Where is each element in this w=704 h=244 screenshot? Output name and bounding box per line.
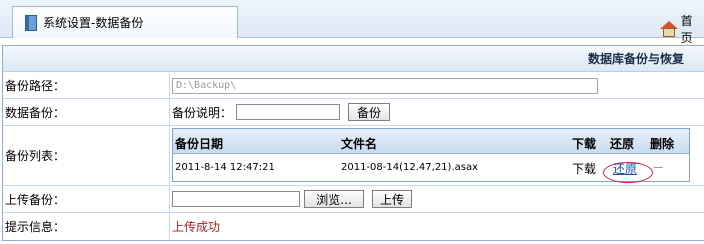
download-link[interactable]: 下载	[572, 160, 596, 177]
row-data-backup: 数据备份： 备份说明： 备份	[3, 99, 704, 126]
tab-label: 系统设置-数据备份	[43, 16, 144, 30]
data-backup-label: 数据备份：	[5, 105, 66, 120]
browse-button[interactable]: 浏览...	[304, 190, 364, 208]
upload-file-input[interactable]	[172, 191, 300, 207]
book-icon	[25, 14, 37, 31]
col-date: 备份日期	[175, 137, 224, 151]
backup-panel: 数据库备份与恢复 备份路径： 数据备份： 备份说明： 备份 备份列表： 备份日期…	[2, 45, 704, 241]
panel-title: 数据库备份与恢复	[587, 52, 684, 66]
row-upload-backup: 上传备份： 浏览... 上传	[3, 186, 704, 213]
backup-button[interactable]: 备份	[348, 103, 391, 121]
backup-path-input[interactable]	[172, 77, 598, 94]
col-delete: 删除	[650, 137, 675, 151]
home-icon	[660, 21, 678, 37]
delete-link[interactable]: —	[653, 162, 663, 173]
top-tab-bar: 系统设置-数据备份 首页	[0, 0, 704, 45]
backup-desc-input[interactable]	[236, 104, 341, 120]
upload-button[interactable]: 上传	[372, 190, 412, 208]
restore-link[interactable]: 还原	[613, 160, 637, 177]
upload-backup-label: 上传备份：	[5, 192, 66, 207]
col-file: 文件名	[341, 137, 378, 151]
backup-path-label: 备份路径：	[5, 79, 66, 93]
table-row: 2011-8-14 12:47:21 2011-08-14(12.47,21).…	[173, 154, 689, 183]
col-download: 下载	[572, 137, 597, 151]
home-label: 首页	[680, 14, 693, 45]
table-header: 备份日期 文件名 下载 还原 删除	[173, 129, 689, 154]
info-label: 提示信息：	[5, 220, 66, 234]
home-link[interactable]: 首页	[660, 12, 704, 46]
cell-file: 2011-08-14(12.47,21).asax	[341, 162, 479, 173]
col-restore: 还原	[610, 137, 635, 151]
status-message: 上传成功	[172, 220, 221, 234]
panel-header: 数据库备份与恢复	[3, 46, 704, 72]
cell-date: 2011-8-14 12:47:21	[175, 162, 275, 173]
backup-list-label: 备份列表：	[5, 149, 66, 163]
row-backup-path: 备份路径：	[3, 73, 704, 99]
row-backup-list: 备份列表： 备份日期 文件名 下载 还原 删除 2011-8-14 12:47:…	[3, 126, 704, 186]
row-info: 提示信息： 上传成功	[3, 213, 704, 240]
tab-data-backup[interactable]: 系统设置-数据备份	[12, 6, 238, 38]
backup-desc-label: 备份说明：	[172, 105, 233, 120]
backup-list-table: 备份日期 文件名 下载 还原 删除 2011-8-14 12:47:21 201…	[172, 128, 690, 183]
